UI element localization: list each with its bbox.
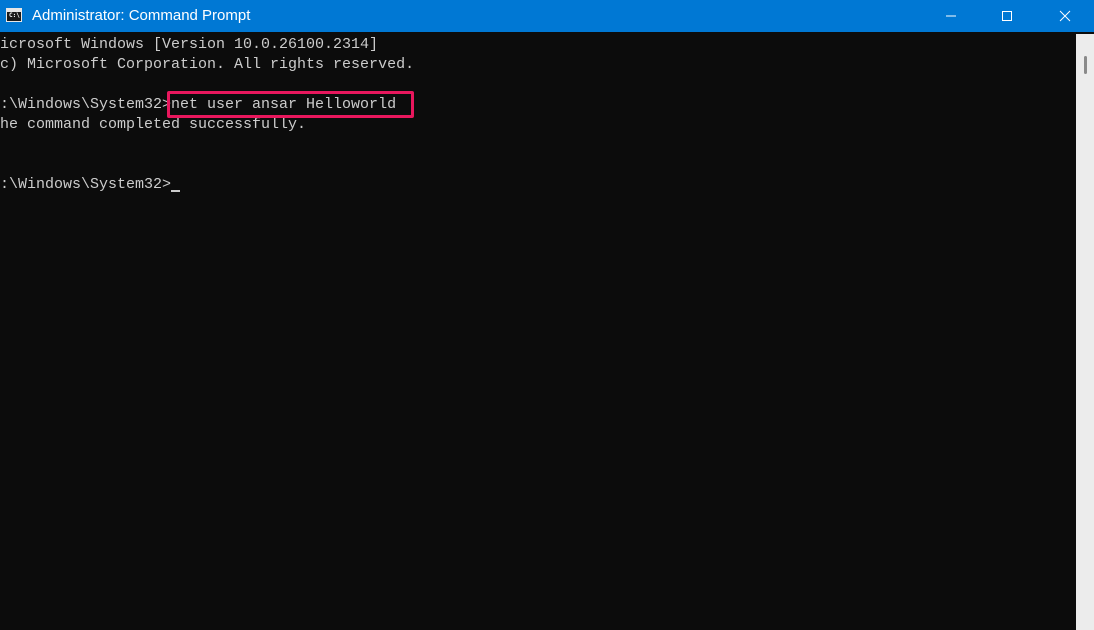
text-cursor <box>171 190 181 192</box>
minimize-icon <box>946 15 956 17</box>
console-line-copyright: (c) Microsoft Corporation. All rights re… <box>0 56 415 73</box>
close-button[interactable] <box>1042 0 1088 32</box>
maximize-button[interactable] <box>984 0 1030 32</box>
console-line-command: C:\Windows\System32>net user ansar Hello… <box>0 96 397 113</box>
close-icon <box>1059 10 1071 22</box>
prompt-text: C:\Windows\System32> <box>0 176 172 193</box>
vertical-scrollbar[interactable] <box>1076 34 1094 630</box>
console-output[interactable]: Microsoft Windows [Version 10.0.26100.23… <box>0 34 1076 630</box>
maximize-icon <box>1002 11 1012 21</box>
console-line-version: Microsoft Windows [Version 10.0.26100.23… <box>0 36 379 53</box>
console-line-result: The command completed successfully. <box>0 116 307 133</box>
console-line-prompt[interactable]: C:\Windows\System32> <box>0 175 181 195</box>
scrollbar-thumb[interactable] <box>1084 56 1087 74</box>
title-bar[interactable]: C:\ Administrator: Command Prompt <box>0 0 1094 32</box>
command-prompt-window: C:\ Administrator: Command Prompt Micros… <box>0 0 1094 630</box>
command-prompt-icon: C:\ <box>6 8 22 22</box>
window-title: Administrator: Command Prompt <box>32 7 251 24</box>
minimize-button[interactable] <box>928 0 974 32</box>
